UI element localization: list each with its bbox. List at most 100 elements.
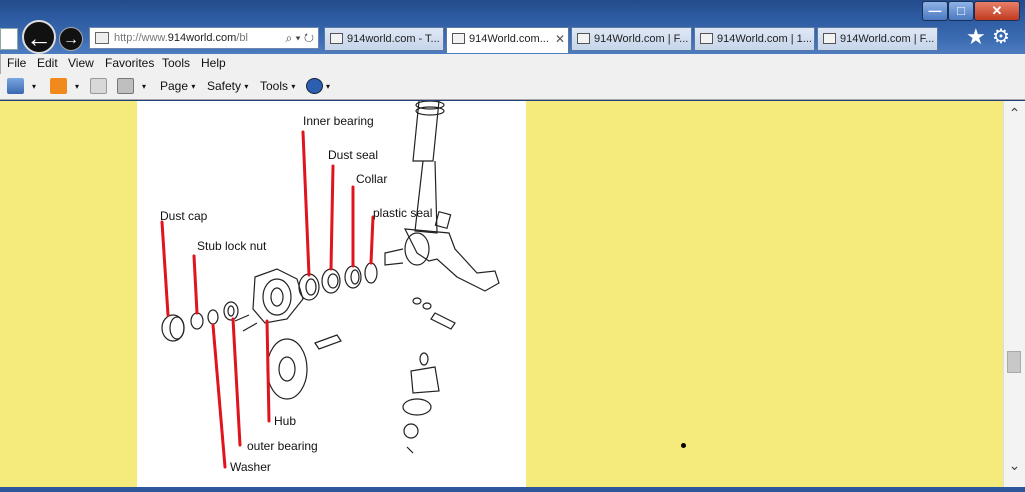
scroll-thumb[interactable] bbox=[1007, 351, 1021, 373]
stub-axle bbox=[384, 248, 404, 266]
scroll-up-arrow-icon[interactable]: ⌃ bbox=[1004, 105, 1025, 127]
stub-lock-nut-pointer bbox=[192, 254, 199, 315]
mouse-cursor-dot bbox=[681, 443, 686, 448]
page-menu[interactable]: Page ▾ bbox=[160, 79, 195, 93]
label-hub: Hub bbox=[274, 414, 297, 428]
tab-3[interactable]: 914World.com | F... bbox=[571, 27, 692, 51]
close-icon: ✕ bbox=[991, 3, 1003, 18]
favorites-star-icon[interactable]: ★ bbox=[966, 24, 986, 50]
navigation-row: ← → http://www.914world.com/bl ⌕ ▾ ↻ 914… bbox=[0, 20, 1025, 54]
plastic-seal-part bbox=[364, 262, 378, 284]
safety-menu[interactable]: Safety ▾ bbox=[207, 79, 248, 93]
tab-label: 914World.com | F... bbox=[594, 33, 689, 45]
help-dropdown[interactable]: ▾ bbox=[326, 79, 330, 93]
address-bar[interactable]: http://www.914world.com/bl ⌕ ▾ ↻ bbox=[89, 27, 319, 49]
close-window-button[interactable]: ✕ bbox=[974, 1, 1020, 21]
menu-view[interactable]: View bbox=[68, 56, 94, 70]
home-dropdown[interactable]: ▾ bbox=[32, 79, 36, 93]
tab-1[interactable]: 914world.com - T... bbox=[324, 27, 444, 51]
ball-joint bbox=[410, 366, 440, 394]
label-washer: Washer bbox=[230, 460, 271, 474]
inner-bearing-pointer bbox=[301, 130, 311, 277]
outer-bearing-part bbox=[223, 301, 239, 321]
wheel-stud bbox=[242, 322, 258, 332]
back-button[interactable]: ← bbox=[22, 20, 56, 54]
label-collar: Collar bbox=[356, 172, 388, 186]
tab-4[interactable]: 914World.com | 1... bbox=[694, 27, 815, 51]
small-bolt bbox=[430, 312, 456, 330]
brake-disc bbox=[266, 338, 308, 400]
tab-label: 914World.com | F... bbox=[840, 33, 935, 45]
print-dropdown[interactable]: ▾ bbox=[142, 79, 146, 93]
outer-bearing-part-inner bbox=[227, 305, 235, 317]
spring-coil bbox=[415, 106, 445, 116]
dust-seal-pointer bbox=[329, 164, 335, 271]
brake-disc-center bbox=[278, 356, 296, 382]
page-icon bbox=[95, 32, 109, 44]
strut-clip bbox=[434, 210, 452, 230]
url-prefix: http://www. bbox=[114, 32, 168, 44]
feed-dropdown[interactable]: ▾ bbox=[75, 79, 79, 93]
page-icon bbox=[577, 33, 590, 44]
menu-tools[interactable]: Tools bbox=[162, 56, 190, 70]
label-stub-lock-nut: Stub lock nut bbox=[197, 239, 267, 253]
offscreen-tab-stub[interactable] bbox=[0, 28, 18, 50]
menu-help[interactable]: Help bbox=[201, 56, 226, 70]
washer-pointer bbox=[211, 323, 227, 469]
menu-edit[interactable]: Edit bbox=[37, 56, 58, 70]
small-nut bbox=[412, 297, 422, 305]
print-icon[interactable] bbox=[117, 78, 134, 94]
small-washer bbox=[422, 302, 432, 310]
label-plastic-seal: plastic seal bbox=[373, 206, 433, 220]
inner-bearing-part-inner bbox=[305, 278, 317, 296]
tab-label: 914World.com | 1... bbox=[717, 33, 812, 45]
vertical-scrollbar[interactable]: ⌃ ⌄ bbox=[1003, 101, 1025, 487]
gear-icon[interactable]: ⚙ bbox=[992, 24, 1010, 50]
url-domain: 914world.com bbox=[167, 32, 237, 44]
search-refresh-icons[interactable]: ⌕ ▾ ↻ bbox=[283, 28, 314, 48]
label-dust-cap: Dust cap bbox=[160, 209, 208, 223]
minimize-button[interactable]: — bbox=[922, 1, 948, 21]
minimize-icon: — bbox=[928, 3, 942, 18]
label-dust-seal: Dust seal bbox=[328, 148, 379, 162]
forward-button[interactable]: → bbox=[59, 27, 83, 51]
tab-label: 914world.com - T... bbox=[347, 33, 440, 45]
collar-part-inner bbox=[350, 269, 360, 285]
maximize-icon: □ bbox=[957, 3, 965, 18]
command-bar: ▾ ▾ ▾ Page ▾ Safety ▾ Tools ▾ ▾ bbox=[0, 74, 1025, 100]
tools-menu[interactable]: Tools ▾ bbox=[260, 79, 295, 93]
help-icon[interactable] bbox=[306, 78, 323, 94]
lock-nut-part bbox=[190, 312, 204, 330]
dust-seal-part-inner bbox=[327, 273, 339, 289]
tab-2-active[interactable]: 914World.com... ✕ bbox=[446, 27, 569, 53]
cotter-pin bbox=[406, 446, 414, 454]
ball-joint-stud bbox=[419, 352, 429, 366]
page-icon bbox=[452, 33, 465, 44]
outer-bearing-pointer bbox=[231, 317, 242, 447]
tab-label: 914World.com... bbox=[469, 33, 549, 45]
mail-icon[interactable] bbox=[90, 78, 107, 94]
hub-pointer bbox=[265, 319, 271, 423]
ball-joint-nut bbox=[402, 398, 432, 416]
page-icon bbox=[700, 33, 713, 44]
url-suffix: /bl bbox=[236, 32, 248, 44]
plastic-seal-pointer bbox=[369, 215, 375, 265]
dust-seal-part bbox=[321, 268, 341, 294]
menu-favorites[interactable]: Favorites bbox=[105, 56, 154, 70]
scroll-down-arrow-icon[interactable]: ⌄ bbox=[1004, 457, 1025, 479]
hub-center bbox=[262, 278, 292, 316]
page-content: Inner bearing Dust seal Collar plastic s… bbox=[0, 101, 1003, 487]
home-icon[interactable] bbox=[7, 78, 24, 94]
browser-titlebar: — □ ✕ ← → http://www.914world.com/bl ⌕ ▾… bbox=[0, 0, 1025, 54]
washer-part bbox=[207, 309, 219, 325]
menu-file[interactable]: File bbox=[7, 56, 26, 70]
rss-feed-icon[interactable] bbox=[50, 78, 67, 94]
label-outer-bearing: outer bearing bbox=[247, 439, 318, 453]
tab-close-icon[interactable]: ✕ bbox=[555, 28, 565, 50]
maximize-button[interactable]: □ bbox=[948, 1, 974, 21]
steering-knuckle bbox=[403, 228, 500, 292]
page-icon bbox=[823, 33, 836, 44]
window-bottom-frame bbox=[0, 487, 1025, 492]
tab-5[interactable]: 914World.com | F... bbox=[817, 27, 938, 51]
label-inner-bearing: Inner bearing bbox=[303, 114, 374, 128]
